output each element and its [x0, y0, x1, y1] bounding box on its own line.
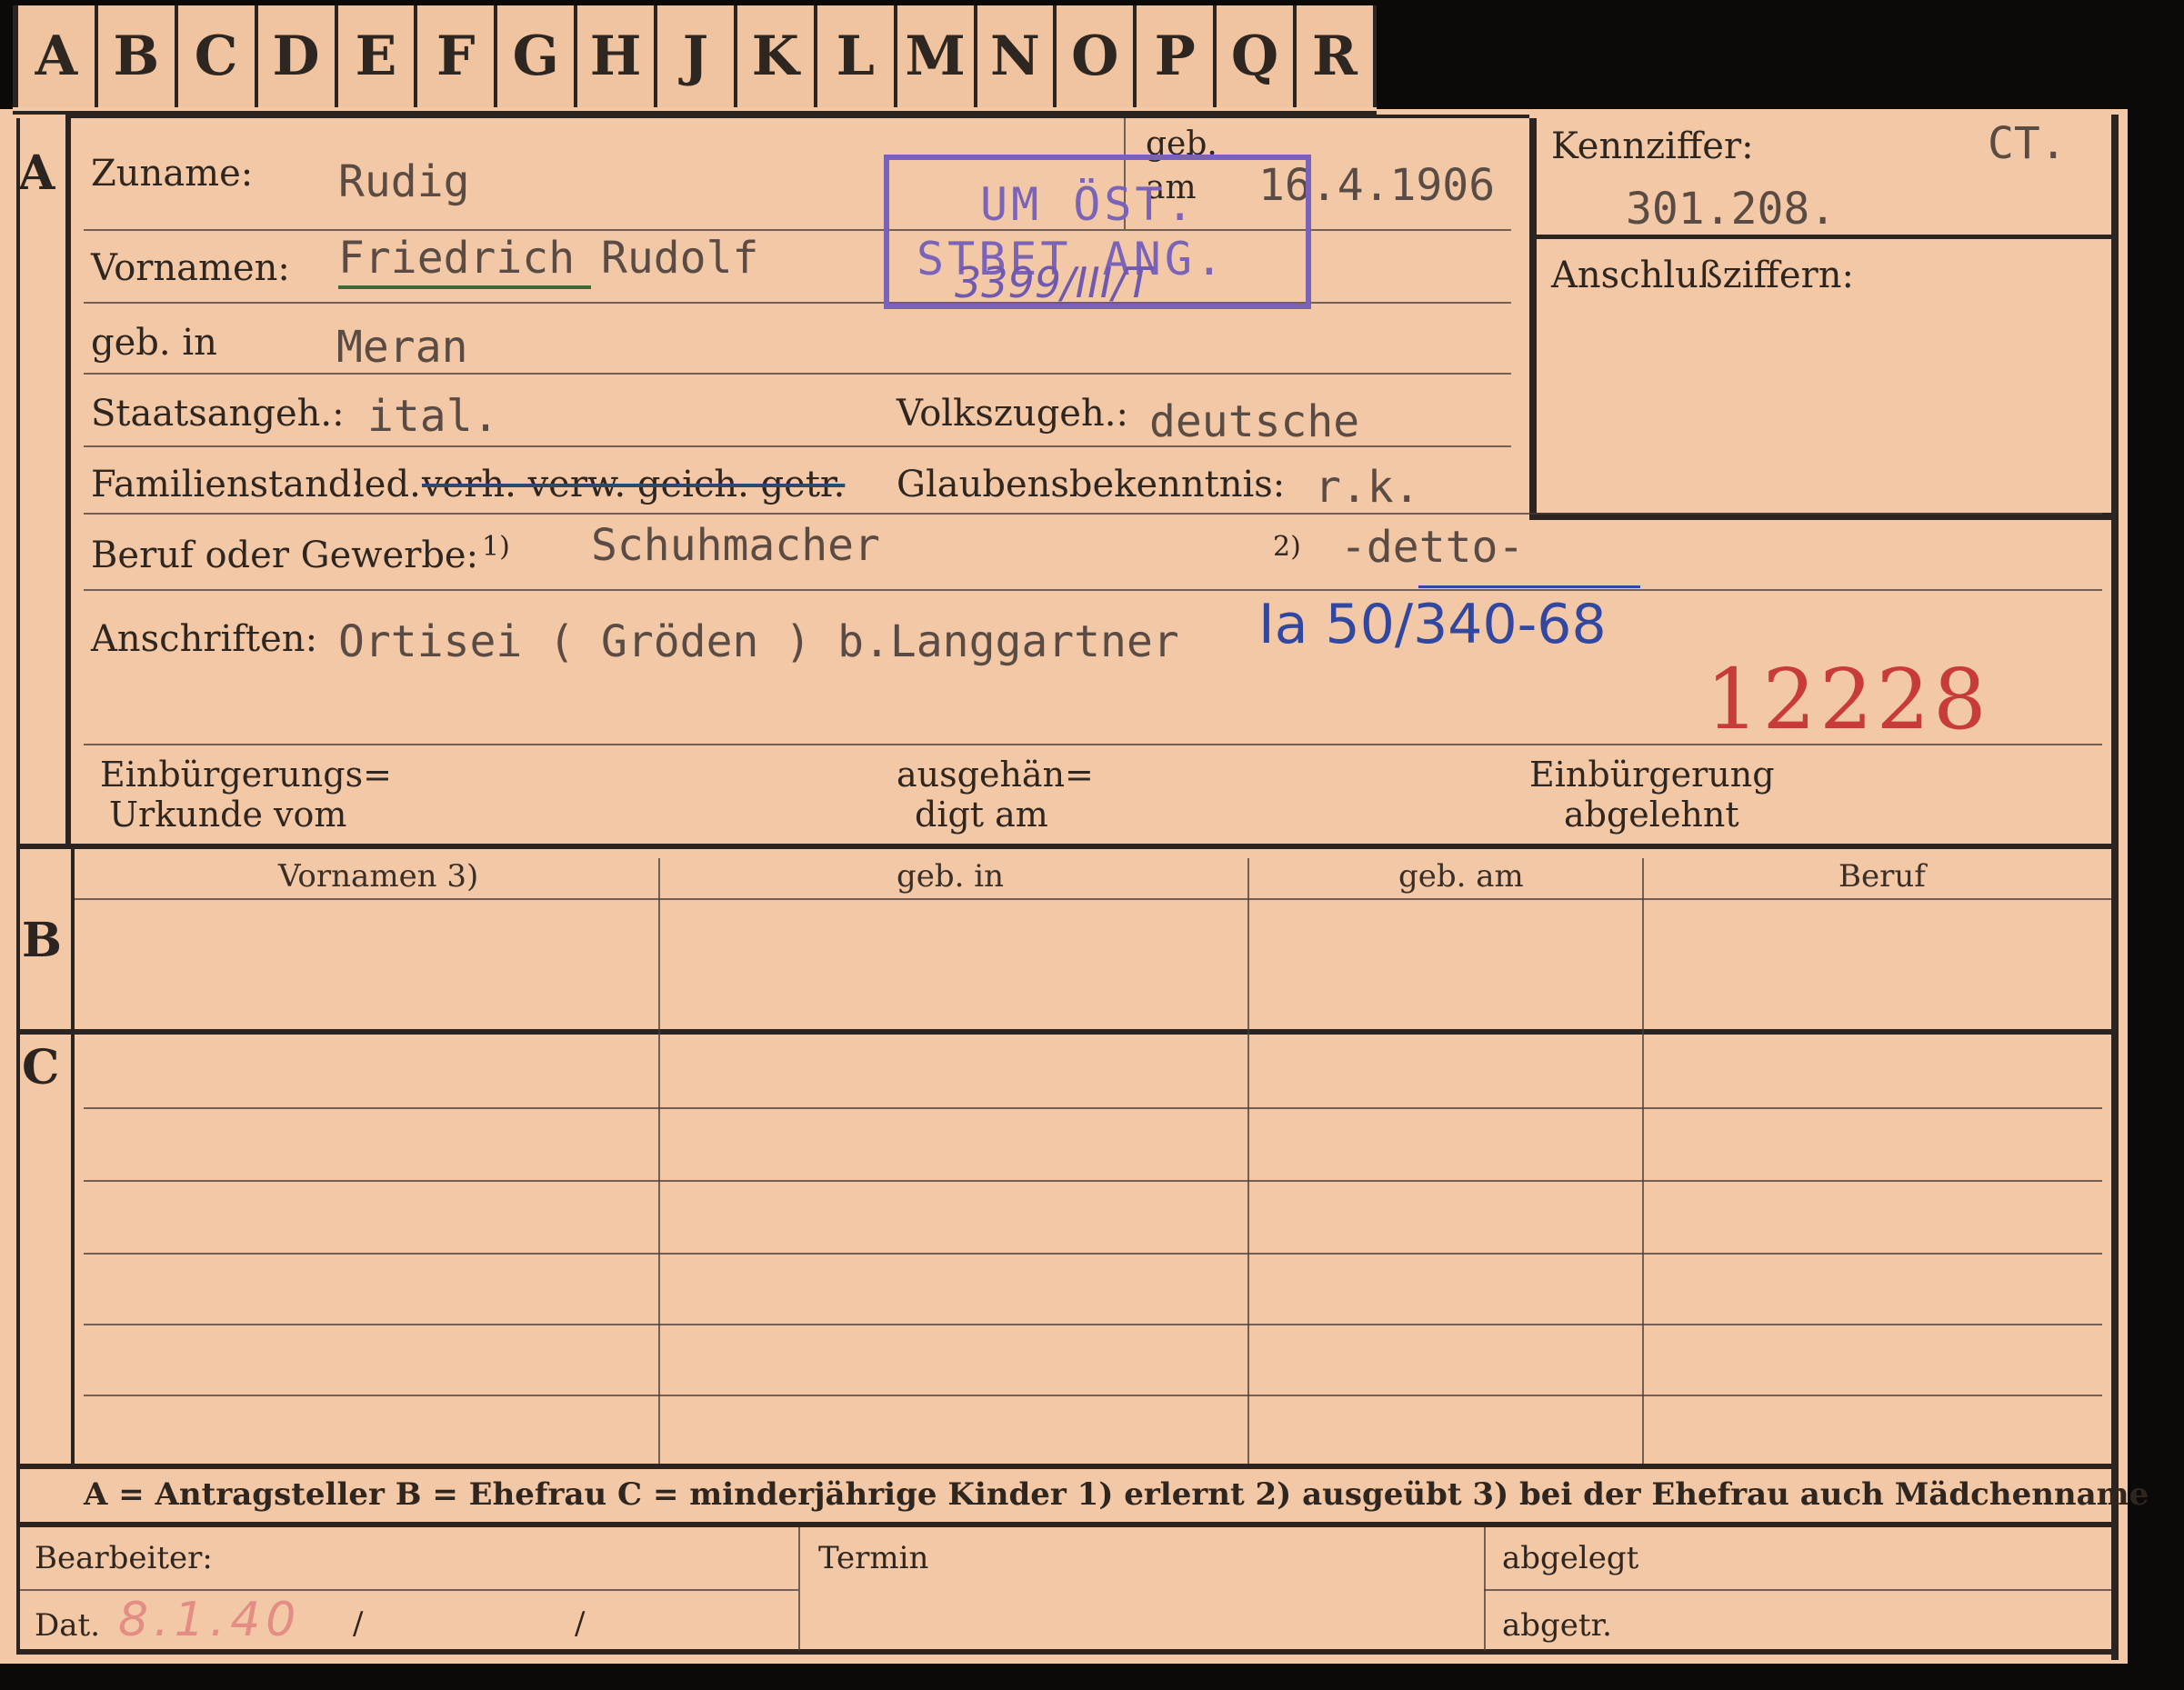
anschriften-label: Anschriften: — [91, 618, 318, 660]
tab-a[interactable]: A — [13, 5, 95, 107]
tab-e[interactable]: E — [334, 5, 415, 107]
kennziffer-prefix: CT. — [1988, 118, 2067, 169]
anschlussziffern-label: Anschlußziffern: — [1551, 255, 1854, 296]
divider-c-legend — [16, 1464, 2119, 1469]
pencil-date: 8.1.40 — [118, 1593, 302, 1647]
frame-left-a — [65, 115, 71, 847]
tab-o[interactable]: O — [1053, 5, 1134, 107]
beruf-note-2: 2) — [1273, 531, 1301, 563]
geb-in-value: Meran — [336, 322, 468, 373]
einbuergerung-urkunde-label-1: Einbürgerungs= — [100, 755, 392, 795]
tab-q[interactable]: Q — [1213, 5, 1293, 107]
familienstand-struck-options: verh. verw. geich. getr. — [422, 464, 846, 505]
ausgehaendigt-label-2: digt am — [915, 795, 1048, 835]
vornamen-label: Vornamen: — [91, 247, 290, 289]
ausgehaendigt-label-1: ausgehän= — [897, 755, 1094, 795]
frame-left — [16, 118, 20, 1655]
tab-l[interactable]: L — [813, 5, 894, 107]
blue-overline — [1418, 585, 1640, 588]
tab-f[interactable]: F — [414, 5, 495, 107]
zuname-value: Rudig — [338, 156, 470, 207]
tab-h[interactable]: H — [574, 5, 654, 107]
footer-row-line — [20, 1589, 798, 1591]
stamp-handwritten-number: 3399/III/T — [955, 258, 1152, 307]
tab-m[interactable]: M — [893, 5, 974, 107]
column-header-beruf: Beruf — [1838, 858, 1926, 895]
table-col-line — [658, 858, 660, 1464]
vorname-underline — [338, 285, 591, 289]
column-header-geb-am: geb. am — [1398, 858, 1524, 895]
table-row-line — [84, 1395, 2102, 1396]
anschrift-value: Ortisei ( Gröden ) b.Langgartner — [338, 616, 1179, 667]
tab-n[interactable]: N — [973, 5, 1054, 107]
staatsangeh-value: ital. — [367, 391, 499, 442]
footer-row-line — [1484, 1589, 2111, 1591]
date-slash-2: / — [575, 1605, 586, 1642]
kennziffer-value: 301.208. — [1626, 184, 1837, 235]
einbuergerung-abgelehnt-label-2: abgelehnt — [1564, 795, 1739, 835]
divider-a-b — [16, 844, 2119, 849]
frame-left-bc — [71, 845, 75, 1465]
column-header-geb-in: geb. in — [897, 858, 1005, 895]
row-line — [84, 373, 1511, 375]
legend-text: A = Antragsteller B = Ehefrau C = minder… — [84, 1476, 2149, 1513]
volkszugeh-value: deutsche — [1149, 396, 1360, 447]
table-row-line — [84, 1180, 2102, 1182]
table-col-line — [1247, 858, 1249, 1464]
column-header-vornamen: Vornamen 3) — [278, 858, 479, 895]
staatsangeh-label: Staatsangeh.: — [91, 393, 345, 435]
beruf-label: Beruf oder Gewerbe: — [91, 535, 479, 576]
table-header-line — [75, 898, 2111, 900]
vornamen-value: Friedrich Rudolf — [338, 233, 759, 284]
frame-bottom — [16, 1649, 2119, 1655]
tab-k[interactable]: K — [733, 5, 814, 107]
index-tabs: A B C D E F G H J K L M N O P Q R — [13, 5, 1377, 115]
stamp-line-1: UM ÖST. — [980, 178, 1197, 231]
kennziffer-box — [1529, 118, 2119, 520]
table-row-line — [84, 1324, 2102, 1325]
tab-b[interactable]: B — [94, 5, 175, 107]
glaubensbekenntnis-label: Glaubensbekenntnis: — [897, 464, 1286, 505]
row-line — [84, 589, 2102, 591]
divider-legend-footer — [16, 1522, 2119, 1527]
beruf-ausgeuebt-value: -detto- — [1340, 522, 1525, 573]
table-row-line — [84, 1107, 2102, 1109]
tab-p[interactable]: P — [1133, 5, 1214, 107]
divider-b-c — [16, 1029, 2119, 1035]
tab-j[interactable]: J — [654, 5, 734, 107]
tab-r[interactable]: R — [1293, 5, 1377, 107]
blue-file-reference: Ia 50/340-68 — [1258, 593, 1607, 656]
zuname-label: Zuname: — [91, 153, 254, 195]
volkszugeh-label: Volkszugeh.: — [897, 393, 1128, 435]
tab-g[interactable]: G — [494, 5, 575, 107]
registration-card: A B C D E F G H J K L M N O P Q R A B C … — [0, 0, 2184, 1690]
dat-label: Dat. — [35, 1607, 101, 1644]
geb-in-label: geb. in — [91, 322, 217, 364]
abgelegt-label: abgelegt — [1502, 1540, 1639, 1576]
section-a-label: A — [18, 145, 55, 201]
kennziffer-divider — [1529, 235, 2111, 239]
section-c-label: C — [22, 1040, 60, 1095]
frame-top-a — [65, 115, 1529, 118]
einbuergerung-urkunde-label-2: Urkunde vom — [109, 795, 347, 835]
table-row-line — [84, 1253, 2102, 1255]
beruf-note-1: 1) — [482, 531, 510, 563]
row-line — [84, 513, 2102, 515]
glaubensbekenntnis-value: r.k. — [1315, 462, 1420, 513]
kennziffer-label: Kennziffer: — [1551, 125, 1754, 167]
red-number: 12228 — [1706, 651, 1990, 748]
date-slash-1: / — [353, 1605, 364, 1642]
familienstand-label: Familienstand: — [91, 464, 364, 505]
abgetr-label: abgetr. — [1502, 1607, 1612, 1644]
familienstand-ledig: led. — [353, 464, 421, 505]
section-b-label: B — [22, 913, 62, 968]
einbuergerung-abgelehnt-label-1: Einbürgerung — [1529, 755, 1775, 795]
tab-d[interactable]: D — [254, 5, 335, 107]
footer-col-line — [798, 1527, 800, 1651]
table-col-line — [1642, 858, 1644, 1464]
bearbeiter-label: Bearbeiter: — [35, 1540, 213, 1576]
beruf-erlernt-value: Schuhmacher — [591, 520, 880, 571]
tab-c[interactable]: C — [174, 5, 255, 107]
termin-label: Termin — [818, 1540, 929, 1576]
